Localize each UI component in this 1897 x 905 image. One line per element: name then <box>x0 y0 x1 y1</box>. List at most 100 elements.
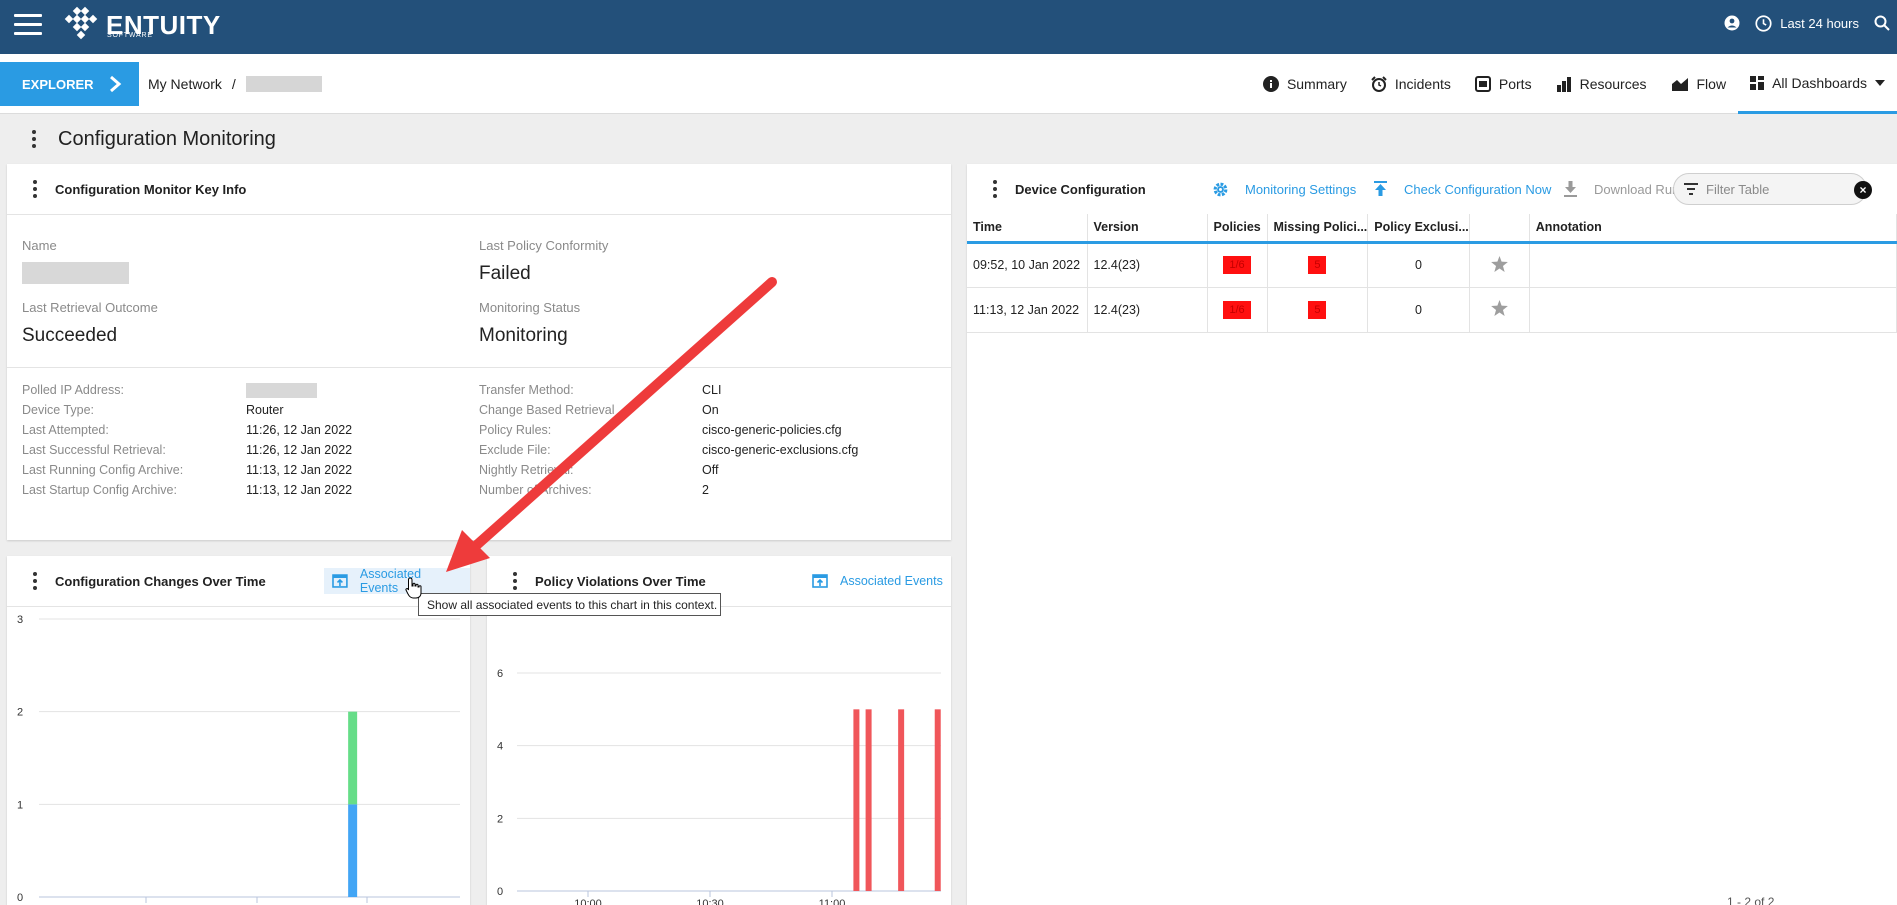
col-star[interactable] <box>1469 214 1530 244</box>
name-label: Name <box>22 238 57 253</box>
star-icon[interactable] <box>1490 300 1508 316</box>
detail-value: 11:13, 12 Jan 2022 <box>246 463 353 477</box>
tab-resources[interactable]: Resources <box>1544 54 1659 114</box>
detail-value: Router <box>246 403 284 417</box>
cell-star <box>1469 287 1530 333</box>
chart-bar <box>934 709 941 891</box>
device-config-panel: Device Configuration Monitoring Settings… <box>967 164 1897 905</box>
user-circle-icon[interactable] <box>1723 14 1741 32</box>
policy-violations-chart: 0 2 4 6 10:00 10:30 11:00 <box>497 668 941 905</box>
monitoring-status-value: Monitoring <box>479 325 568 346</box>
tab-incidents[interactable]: Incidents <box>1359 54 1463 114</box>
tab-summary[interactable]: Summary <box>1251 54 1359 114</box>
cell-missing: 5 <box>1267 287 1369 333</box>
filter-placeholder: Filter Table <box>1706 181 1770 197</box>
detail-label: Exclude File: <box>479 443 551 457</box>
policies-badge: 1/6 <box>1223 300 1251 319</box>
upload-icon <box>1374 181 1387 196</box>
breadcrumb-device-redacted <box>245 76 322 92</box>
col-annotation[interactable]: Annotation <box>1529 214 1897 244</box>
cell-annotation[interactable] <box>1529 287 1897 333</box>
cell-exclusions: 0 <box>1367 287 1470 333</box>
detail-label: Last Running Config Archive: <box>22 463 184 477</box>
explorer-label: EXPLORER <box>22 76 94 92</box>
flow-icon <box>1671 78 1688 91</box>
last-policy-value: Failed <box>479 263 531 284</box>
check-configuration-button[interactable]: Check Configuration Now <box>1373 164 1551 214</box>
tab-resources-label: Resources <box>1579 76 1647 92</box>
clear-filter-icon[interactable]: × <box>1854 181 1872 199</box>
cell-exclusions: 0 <box>1367 242 1470 288</box>
chevron-right-icon <box>109 75 121 93</box>
last-retrieval-label: Last Retrieval Outcome <box>22 300 158 315</box>
col-policy-exclusions[interactable]: Policy Exclusi... <box>1367 214 1470 244</box>
cell-star <box>1469 242 1530 288</box>
open-in-window-icon <box>812 574 828 588</box>
tab-all-dashboards[interactable]: All Dashboards <box>1738 54 1897 114</box>
config-changes-panel: Configuration Changes Over Time Associat… <box>7 556 470 905</box>
table-row[interactable]: 11:13, 12 Jan 2022 12.4(23) 1/6 5 0 <box>967 287 1897 333</box>
policies-badge: 1/6 <box>1223 256 1251 274</box>
caret-down-icon <box>1875 79 1885 86</box>
chart-bar <box>348 711 358 805</box>
divider <box>7 214 951 215</box>
device-config-table: Time Version Policies Missing Polici... … <box>967 214 1897 333</box>
dashboard-grid-icon <box>1750 75 1765 90</box>
config-changes-title: Configuration Changes Over Time <box>55 573 266 589</box>
associated-events-tooltip: Show all associated events to this chart… <box>418 593 721 616</box>
detail-label: Device Type: <box>22 403 95 417</box>
breadcrumb-root[interactable]: My Network <box>148 76 222 92</box>
chart-bar <box>865 709 872 891</box>
config-associated-events-button[interactable]: Associated Events <box>324 567 470 595</box>
entuity-logo <box>64 6 98 40</box>
policy-associated-events-label: Associated Events <box>840 574 943 588</box>
monitoring-settings-button[interactable]: Monitoring Settings <box>1212 164 1356 214</box>
filter-table-input[interactable]: Filter Table × <box>1673 173 1872 205</box>
x-tick-label: 10:30 <box>696 898 724 905</box>
tab-flow[interactable]: Flow <box>1659 54 1739 114</box>
device-config-menu-icon[interactable] <box>985 180 1005 198</box>
detail-label: Last Startup Config Archive: <box>22 483 177 497</box>
col-missing-policies[interactable]: Missing Polici... <box>1267 214 1369 244</box>
policy-violations-menu-icon[interactable] <box>505 572 525 590</box>
cell-version: 12.4(23) <box>1087 287 1208 333</box>
cell-missing: 5 <box>1267 242 1369 288</box>
last-retrieval-value: Succeeded <box>22 325 118 346</box>
table-row[interactable]: 09:52, 10 Jan 2022 12.4(23) 1/6 5 0 <box>967 242 1897 288</box>
hamburger-menu-icon[interactable] <box>14 14 42 36</box>
detail-value: On <box>702 403 719 417</box>
tab-ports[interactable]: Ports <box>1463 54 1544 114</box>
page-menu-icon[interactable] <box>24 130 44 148</box>
col-policies[interactable]: Policies <box>1207 214 1268 244</box>
info-icon <box>1262 76 1279 92</box>
cell-version: 12.4(23) <box>1087 242 1208 288</box>
detail-value: cisco-generic-exclusions.cfg <box>702 443 859 457</box>
tab-incidents-label: Incidents <box>1394 76 1451 92</box>
detail-label: Policy Rules: <box>479 423 552 437</box>
policy-associated-events-button[interactable]: Associated Events <box>804 568 951 594</box>
nav-bar: EXPLORER My Network / Summary Incidents … <box>0 54 1897 114</box>
key-info-menu-icon[interactable] <box>25 180 45 198</box>
cell-policies: 1/6 <box>1207 287 1268 333</box>
chart-bar <box>853 709 860 891</box>
device-config-title: Device Configuration <box>1015 181 1146 197</box>
config-changes-menu-icon[interactable] <box>25 572 45 590</box>
detail-value: Off <box>702 463 719 477</box>
time-range-selector[interactable]: Last 24 hours <box>1755 14 1859 32</box>
detail-label: Change Based Retrieval <box>479 403 615 417</box>
cell-time: 09:52, 10 Jan 2022 <box>967 242 1088 288</box>
name-value-redacted <box>22 262 129 284</box>
y-tick-label: 6 <box>497 668 503 680</box>
page-header: Configuration Monitoring <box>0 118 1897 160</box>
cell-annotation[interactable] <box>1529 242 1897 288</box>
explorer-button[interactable]: EXPLORER <box>0 62 139 106</box>
col-version[interactable]: Version <box>1087 214 1208 244</box>
detail-value: 11:26, 12 Jan 2022 <box>246 443 353 457</box>
search-icon[interactable] <box>1873 14 1891 32</box>
pagination-text: 1 - 2 of 2 <box>1727 895 1775 905</box>
star-icon[interactable] <box>1490 255 1508 272</box>
dashboard-tabs: Summary Incidents Ports Resources Flow A… <box>1251 54 1897 114</box>
col-time[interactable]: Time <box>967 214 1088 244</box>
brand-subtitle: SOFTWARE <box>107 32 153 39</box>
filter-icon <box>1684 183 1698 195</box>
